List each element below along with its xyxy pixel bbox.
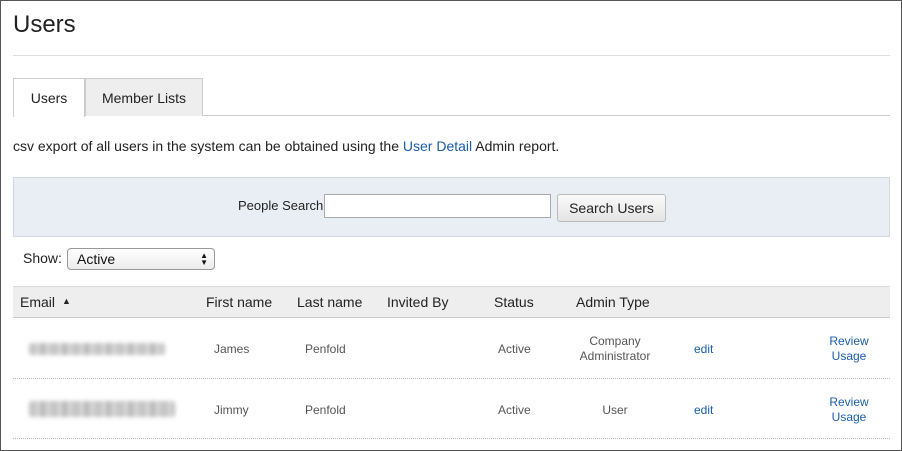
admin-type-cell: Company Administrator bbox=[565, 334, 665, 364]
sort-ascending-icon: ▲ bbox=[62, 296, 71, 307]
admin-type-cell: User bbox=[565, 403, 665, 417]
review-usage-line: Usage bbox=[831, 349, 867, 363]
page-title: Users bbox=[13, 11, 76, 38]
select-arrows-icon: ▲ ▼ bbox=[200, 251, 208, 267]
csv-export-note: csv export of all users in the system ca… bbox=[13, 138, 559, 154]
intro-text-after: Admin report. bbox=[472, 138, 560, 154]
intro-text-before: csv export of all users in the system ca… bbox=[13, 138, 403, 154]
search-users-button[interactable]: Search Users bbox=[557, 194, 666, 222]
review-usage-line: Review bbox=[829, 334, 869, 348]
search-panel: People Search Search Users bbox=[13, 177, 890, 237]
review-usage-link[interactable]: Review Usage bbox=[819, 395, 879, 425]
admin-type-line: Company bbox=[589, 334, 641, 348]
column-invited-by[interactable]: Invited By bbox=[387, 294, 448, 310]
table-row: Jimmy Penfold Active User edit Review Us… bbox=[13, 379, 890, 439]
status-cell: Active bbox=[498, 403, 531, 417]
first-name-cell: James bbox=[214, 342, 250, 356]
admin-type-line: Administrator bbox=[579, 349, 651, 363]
column-status[interactable]: Status bbox=[494, 294, 534, 310]
column-email-label: Email bbox=[20, 294, 56, 310]
admin-type-line: User bbox=[602, 403, 628, 417]
tab-bar: Users Member Lists bbox=[13, 78, 890, 117]
column-admin-type[interactable]: Admin Type bbox=[576, 294, 650, 310]
title-divider bbox=[13, 55, 890, 56]
review-usage-line: Usage bbox=[831, 410, 867, 424]
tab-member-lists[interactable]: Member Lists bbox=[85, 78, 203, 116]
people-search-input[interactable] bbox=[324, 194, 551, 218]
users-table-header: Email ▲ First name Last name Invited By S… bbox=[13, 286, 890, 318]
users-admin-page: Users Users Member Lists csv export of a… bbox=[0, 0, 902, 451]
show-filter-select[interactable]: Active ▲ ▼ bbox=[67, 248, 215, 270]
edit-link[interactable]: edit bbox=[694, 342, 713, 356]
last-name-cell: Penfold bbox=[305, 403, 346, 417]
edit-link[interactable]: edit bbox=[694, 403, 713, 417]
show-filter-label: Show: bbox=[23, 250, 62, 266]
first-name-cell: Jimmy bbox=[214, 403, 249, 417]
show-filter-value: Active bbox=[77, 251, 116, 267]
column-email[interactable]: Email ▲ bbox=[20, 294, 71, 310]
column-last-name[interactable]: Last name bbox=[297, 294, 362, 310]
redacted-email bbox=[29, 343, 165, 355]
review-usage-line: Review bbox=[829, 395, 869, 409]
last-name-cell: Penfold bbox=[305, 342, 346, 356]
status-cell: Active bbox=[498, 342, 531, 356]
tab-users[interactable]: Users bbox=[13, 78, 85, 117]
user-detail-link[interactable]: User Detail bbox=[403, 138, 472, 154]
people-search-label: People Search bbox=[238, 198, 324, 213]
redacted-email bbox=[29, 401, 175, 417]
review-usage-link[interactable]: Review Usage bbox=[819, 334, 879, 364]
table-row: James Penfold Active Company Administrat… bbox=[13, 319, 890, 379]
column-first-name[interactable]: First name bbox=[206, 294, 272, 310]
